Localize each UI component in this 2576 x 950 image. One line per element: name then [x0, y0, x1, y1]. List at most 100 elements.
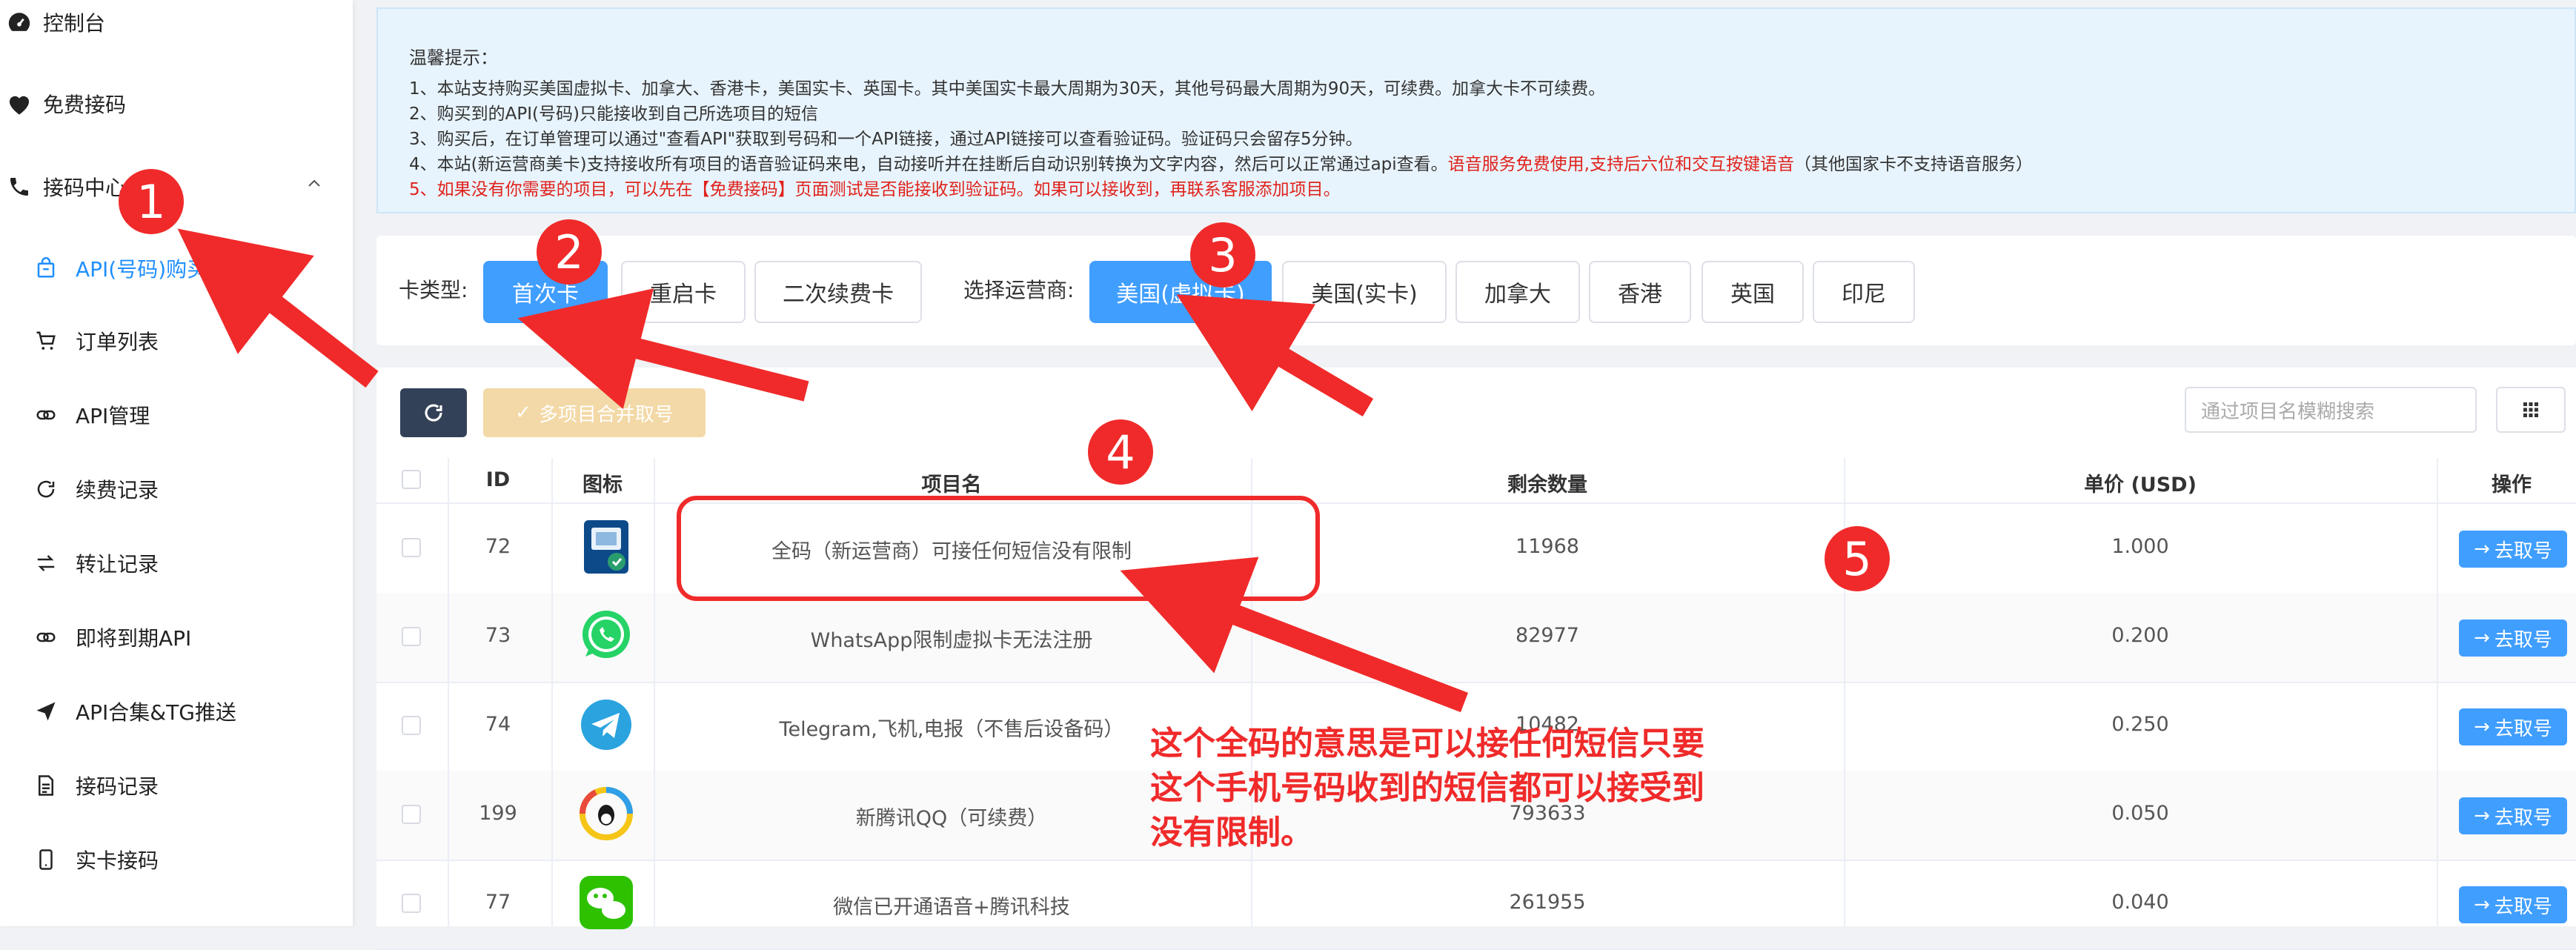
annotation-badge: 5 — [1825, 526, 1890, 591]
header-name: 项目名 — [921, 474, 982, 496]
fetch-number-button[interactable]: → 去取号 — [2459, 620, 2567, 657]
sidebar-item-transfer-records[interactable]: 转让记录 — [0, 534, 159, 593]
link-icon — [30, 621, 62, 654]
chevron-up-icon — [305, 173, 323, 198]
cell-id: 72 — [485, 535, 511, 558]
phone-icon — [3, 170, 36, 203]
sidebar-item-label: 接码记录 — [76, 774, 159, 799]
sidebar-item-label: API管理 — [76, 404, 150, 428]
sidebar-item-real-card-sms[interactable]: 实卡接码 — [0, 830, 159, 889]
cell-id: 199 — [479, 802, 517, 825]
bag-icon — [30, 252, 62, 285]
sim-card-icon — [575, 516, 637, 578]
sidebar-item-expiring-api[interactable]: 即将到期API — [0, 608, 191, 667]
wechat-icon — [575, 871, 637, 934]
cell-id: 77 — [485, 891, 511, 914]
notice-line-highlight: 语音服务免费使用,支持后六位和交互按键语音 — [1447, 155, 1794, 174]
telegram-icon — [575, 694, 637, 756]
document-icon — [30, 769, 62, 802]
sidebar-item-api-management[interactable]: API管理 — [0, 385, 150, 445]
operator-indonesia[interactable]: 印尼 — [1813, 261, 1915, 323]
card-type-restart[interactable]: 重启卡 — [621, 261, 746, 323]
sidebar-item-renewal-records[interactable]: 续费记录 — [0, 459, 159, 519]
annotation-badge: 2 — [537, 219, 602, 285]
row-checkbox[interactable] — [402, 627, 421, 646]
table-row: 73 WhatsApp限制虚拟卡无法注册 82977 0.200 → 去取号 — [376, 593, 2576, 683]
mobile-icon — [30, 843, 62, 876]
arrow-right-icon: → — [2474, 894, 2490, 916]
cell-id: 73 — [485, 624, 511, 647]
arrow-right-icon: → — [2474, 716, 2490, 738]
cell-remaining: 11968 — [1516, 535, 1579, 558]
search-input[interactable]: 通过项目名模糊搜索 — [2185, 387, 2477, 433]
transfer-icon — [30, 547, 62, 579]
fetch-number-button[interactable]: → 去取号 — [2459, 886, 2567, 923]
cell-name: Telegram,飞机,电报（不售后设备码） — [779, 718, 1124, 741]
arrow-right-icon: → — [2474, 538, 2490, 560]
cell-name: 全码（新运营商）可接任何短信没有限制 — [771, 540, 1132, 563]
notice-line: 2、购买到的API(号码)只能接收到自己所选项目的短信 — [409, 104, 818, 124]
operator-canada[interactable]: 加拿大 — [1455, 261, 1580, 323]
header-action: 操作 — [2492, 474, 2532, 496]
notice-line: 1、本站支持购买美国虚拟卡、加拿大、香港卡，美国实卡、英国卡。其中美国实卡最大周… — [409, 79, 1606, 99]
whatsapp-icon — [575, 605, 637, 667]
sidebar-item-label: 控制台 — [43, 11, 106, 36]
sidebar-item-orders[interactable]: 订单列表 — [0, 311, 159, 371]
row-checkbox[interactable] — [402, 894, 421, 913]
cell-remaining: 82977 — [1516, 624, 1579, 647]
fetch-number-button[interactable]: → 去取号 — [2459, 797, 2567, 834]
select-all-checkbox[interactable] — [402, 470, 421, 489]
column-divider — [2437, 458, 2438, 926]
column-divider — [654, 458, 655, 926]
send-icon — [30, 695, 62, 728]
notice-panel: 温馨提示： 1、本站支持购买美国虚拟卡、加拿大、香港卡，美国实卡、英国卡。其中美… — [376, 7, 2576, 213]
card-type-label: 卡类型: — [399, 278, 468, 302]
card-type-second-renewal[interactable]: 二次续费卡 — [754, 261, 922, 323]
operator-uk[interactable]: 英国 — [1702, 261, 1804, 323]
cart-icon — [30, 325, 62, 357]
sidebar: 控制台 免费接码 接码中心 API(号码)购买 订单列表 API管理 续费记录 … — [0, 0, 353, 926]
dashboard-icon — [3, 6, 36, 39]
table-header: ID 图标 项目名 剩余数量 单价 (USD) 操作 — [376, 458, 2576, 504]
column-toggle-button[interactable] — [2496, 387, 2566, 433]
refresh-button[interactable] — [400, 388, 467, 437]
row-checkbox[interactable] — [402, 716, 421, 735]
notice-title: 温馨提示： — [409, 47, 498, 68]
table-row: 72 全码（新运营商）可接任何短信没有限制 11968 1.000 → 去取号 — [376, 504, 2576, 594]
sidebar-item-api-tg-push[interactable]: API合集&TG推送 — [0, 682, 236, 741]
operator-us-real[interactable]: 美国(实卡) — [1282, 261, 1447, 323]
check-icon: ✓ — [515, 402, 531, 424]
grid-icon — [2523, 402, 2538, 417]
fetch-number-button[interactable]: → 去取号 — [2459, 708, 2567, 745]
annotation-badge: 3 — [1190, 222, 1255, 288]
fetch-number-label: 去取号 — [2494, 628, 2552, 651]
sidebar-item-label: 订单列表 — [76, 330, 159, 354]
annotation-note: 这个全码的意思是可以接任何短信只要这个手机号码收到的短信都可以接受到 没有限制。 — [1150, 725, 1704, 851]
sidebar-item-label: API合集&TG推送 — [76, 700, 236, 725]
arrow-right-icon: → — [2474, 627, 2490, 649]
sidebar-item-api-purchase[interactable]: API(号码)购买 — [0, 239, 208, 298]
fetch-number-label: 去取号 — [2494, 539, 2552, 562]
operator-label: 选择运营商: — [963, 278, 1075, 302]
row-checkbox[interactable] — [402, 805, 421, 824]
cell-remaining: 261955 — [1509, 891, 1586, 914]
row-checkbox[interactable] — [402, 538, 421, 557]
sidebar-item-label: 实卡接码 — [76, 848, 159, 873]
column-divider — [448, 458, 449, 926]
sidebar-item-free-sms[interactable]: 免费接码 — [0, 74, 126, 133]
sidebar-item-dashboard[interactable]: 控制台 — [0, 0, 105, 52]
notice-line: 3、购买后，在订单管理可以通过"查看API"获取到号码和一个API链接，通过AP… — [409, 130, 1363, 149]
heart-icon — [3, 87, 36, 120]
sidebar-item-sms-records[interactable]: 接码记录 — [0, 756, 159, 815]
merge-fetch-button[interactable]: ✓ 多项目合并取号 — [483, 388, 706, 437]
fetch-number-button[interactable]: → 去取号 — [2459, 531, 2567, 568]
cell-name: 新腾讯QQ（可续费） — [855, 807, 1048, 830]
cell-price: 0.050 — [2111, 802, 2169, 825]
qq-icon — [575, 783, 637, 845]
operator-hongkong[interactable]: 香港 — [1589, 261, 1691, 323]
cell-id: 74 — [485, 713, 511, 736]
cell-name: WhatsApp限制虚拟卡无法注册 — [810, 629, 1093, 652]
notice-line-tail: （其他国家卡不支持语音服务） — [1793, 155, 2033, 174]
merge-fetch-label: 多项目合并取号 — [538, 403, 674, 426]
annotation-badge: 1 — [119, 169, 184, 234]
